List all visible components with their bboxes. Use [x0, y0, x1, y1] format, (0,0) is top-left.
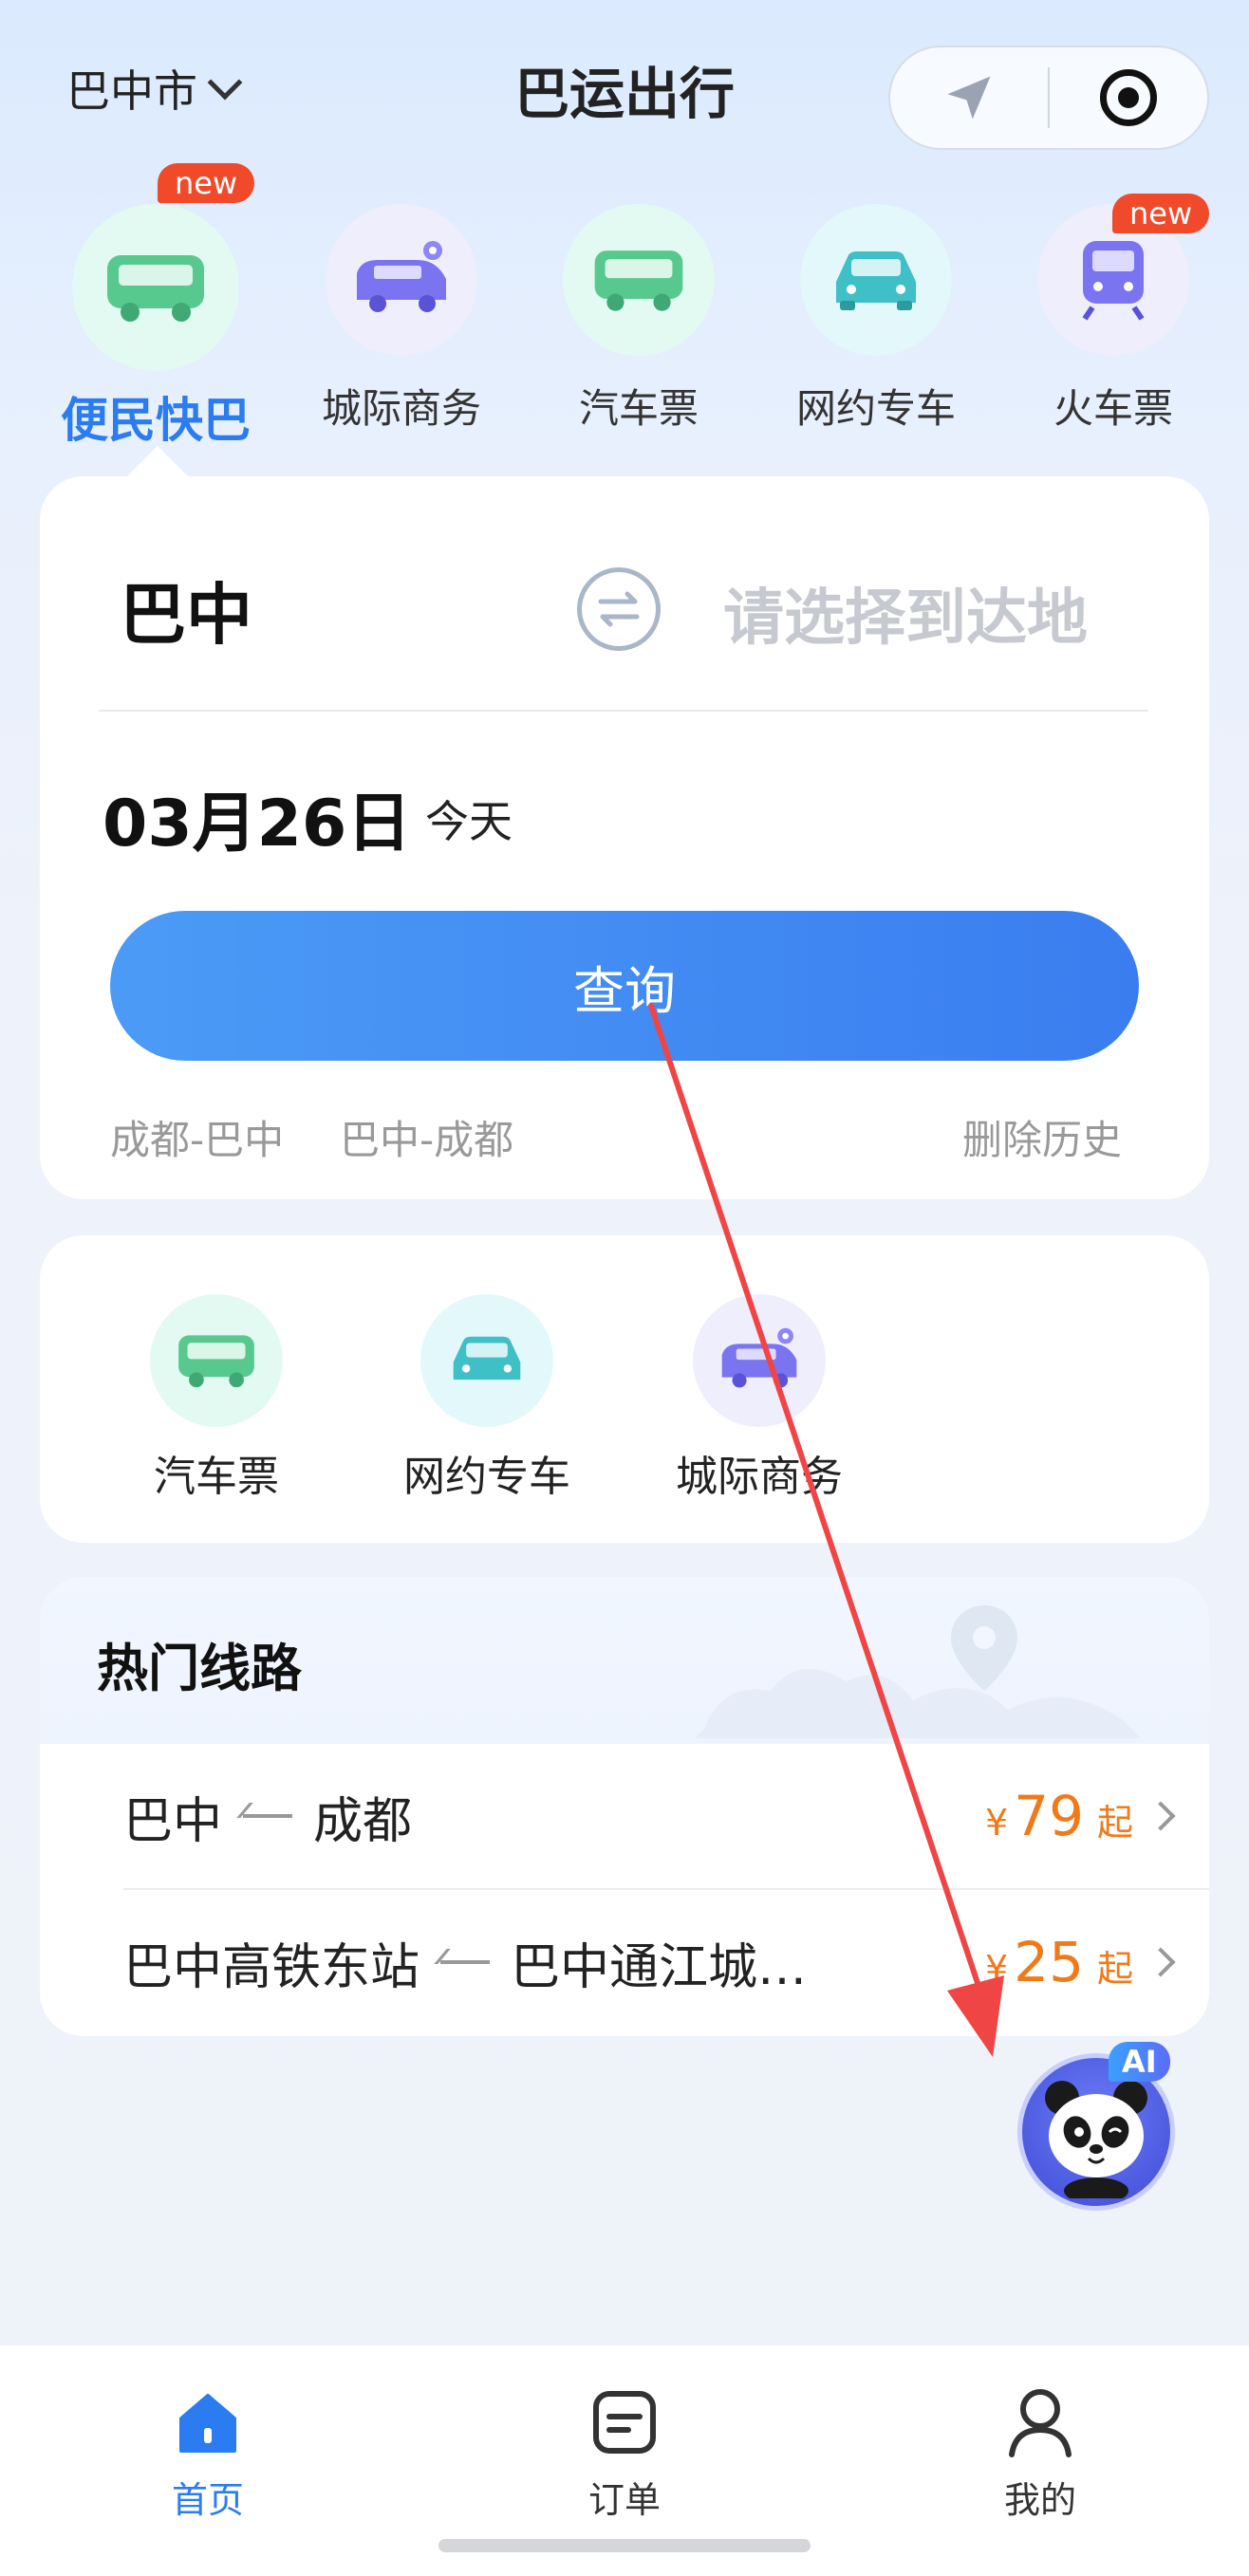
chevron-down-icon [207, 65, 243, 101]
route-from: 巴中 [123, 1792, 223, 1850]
active-tab-pointer [123, 446, 192, 480]
service-label: 城际商务 [676, 1453, 843, 1501]
currency-symbol: ¥ [984, 1802, 1009, 1844]
category-intercity-business[interactable]: 城际商务 [307, 204, 496, 435]
price-value: 25 [1014, 1930, 1084, 1994]
tab-label: 订单 [587, 2479, 661, 2521]
target-icon [1100, 69, 1157, 126]
car-icon [420, 1294, 553, 1427]
category-label: 城际商务 [321, 385, 481, 432]
departure-city[interactable]: 巴中 [120, 562, 252, 658]
tab-label: 我的 [1003, 2479, 1076, 2521]
route-price: ¥ 25 起 [985, 1930, 1133, 1994]
clear-history-button[interactable]: 删除历史 [962, 1108, 1122, 1166]
history-item[interactable]: 成都-巴中 [110, 1108, 284, 1166]
route-to: 成都 [313, 1792, 413, 1850]
query-button[interactable]: 查询 [110, 911, 1139, 1061]
destination-input[interactable]: 请选择到达地 [723, 569, 1088, 657]
location-button[interactable] [890, 47, 1048, 148]
hot-routes-title: 热门线路 [97, 1639, 302, 1698]
category-bus-ticket[interactable]: 汽车票 [544, 204, 734, 435]
route-row[interactable]: 巴中 成都 ¥ 79 起 [40, 1744, 1209, 1888]
category-label: 便民快巴 [61, 393, 251, 448]
car-icon [800, 204, 952, 356]
category-label: 火车票 [1053, 385, 1173, 432]
chevron-right-icon [1146, 1947, 1176, 1977]
swap-button[interactable] [577, 567, 661, 651]
city-selector[interactable]: 巴中市 [66, 57, 243, 120]
date-hint: 今天 [425, 796, 513, 847]
price-suffix: 起 [1096, 1802, 1133, 1844]
hot-routes-card: 热门线路 巴中 成都 ¥ 79 起 巴中高铁东站 巴中通江城… ¥ 25 起 [40, 1577, 1209, 2036]
home-indicator [438, 2539, 811, 2552]
panda-icon [1045, 2081, 1147, 2198]
route-to: 巴中通江城… [511, 1938, 808, 1996]
travel-date[interactable]: 03月26日 [103, 770, 411, 864]
service-label: 网约专车 [403, 1453, 570, 1501]
home-icon [113, 2383, 303, 2461]
new-badge: new [1112, 194, 1210, 233]
price-suffix: 起 [1096, 1948, 1133, 1990]
cloud-decoration-icon [695, 1669, 1141, 1738]
minibus-icon [72, 204, 239, 371]
history-item[interactable]: 巴中-成都 [340, 1108, 513, 1166]
tab-label: 首页 [171, 2479, 244, 2521]
tab-profile[interactable]: 我的 [945, 2383, 1135, 2523]
business-van-icon [693, 1294, 826, 1427]
chevron-right-icon [1146, 1801, 1176, 1831]
service-label: 汽车票 [154, 1453, 279, 1501]
new-badge: new [158, 163, 255, 203]
price-value: 79 [1014, 1784, 1084, 1848]
close-miniprogram-button[interactable] [1050, 47, 1207, 148]
business-van-icon [326, 204, 477, 356]
route-from: 巴中高铁东站 [123, 1938, 420, 1996]
category-label: 汽车票 [578, 385, 699, 432]
service-bus-ticket[interactable]: 汽车票 [103, 1294, 330, 1503]
city-label: 巴中市 [66, 65, 197, 117]
service-intercity-business[interactable]: 城际商务 [645, 1294, 873, 1503]
category-ride-hailing[interactable]: 网约专车 [781, 204, 971, 435]
category-label: 网约专车 [795, 385, 956, 432]
route-arrow-icon [243, 1814, 293, 1818]
category-train-ticket[interactable]: 火车票 [1018, 204, 1208, 435]
swap-icon [598, 591, 640, 627]
route-name: 巴中 成都 [123, 1781, 985, 1852]
mini-program-capsule [888, 46, 1209, 150]
divider [99, 710, 1148, 712]
profile-icon [945, 2383, 1135, 2461]
route-name: 巴中高铁东站 巴中通江城… [123, 1927, 985, 1998]
tab-home[interactable]: 首页 [113, 2383, 303, 2523]
route-arrow-icon [440, 1960, 491, 1964]
location-arrow-icon [947, 76, 991, 120]
service-ride-hailing[interactable]: 网约专车 [373, 1294, 601, 1503]
bus-icon [563, 204, 715, 356]
route-price: ¥ 79 起 [985, 1784, 1133, 1848]
ai-tag: AI [1109, 2042, 1170, 2082]
order-icon [530, 2383, 719, 2461]
route-row[interactable]: 巴中高铁东站 巴中通江城… ¥ 25 起 [40, 1890, 1209, 2034]
currency-symbol: ¥ [984, 1948, 1009, 1990]
category-minibus[interactable]: 便民快巴 [61, 204, 251, 451]
bus-icon [150, 1294, 283, 1427]
tab-orders[interactable]: 订单 [530, 2383, 719, 2523]
